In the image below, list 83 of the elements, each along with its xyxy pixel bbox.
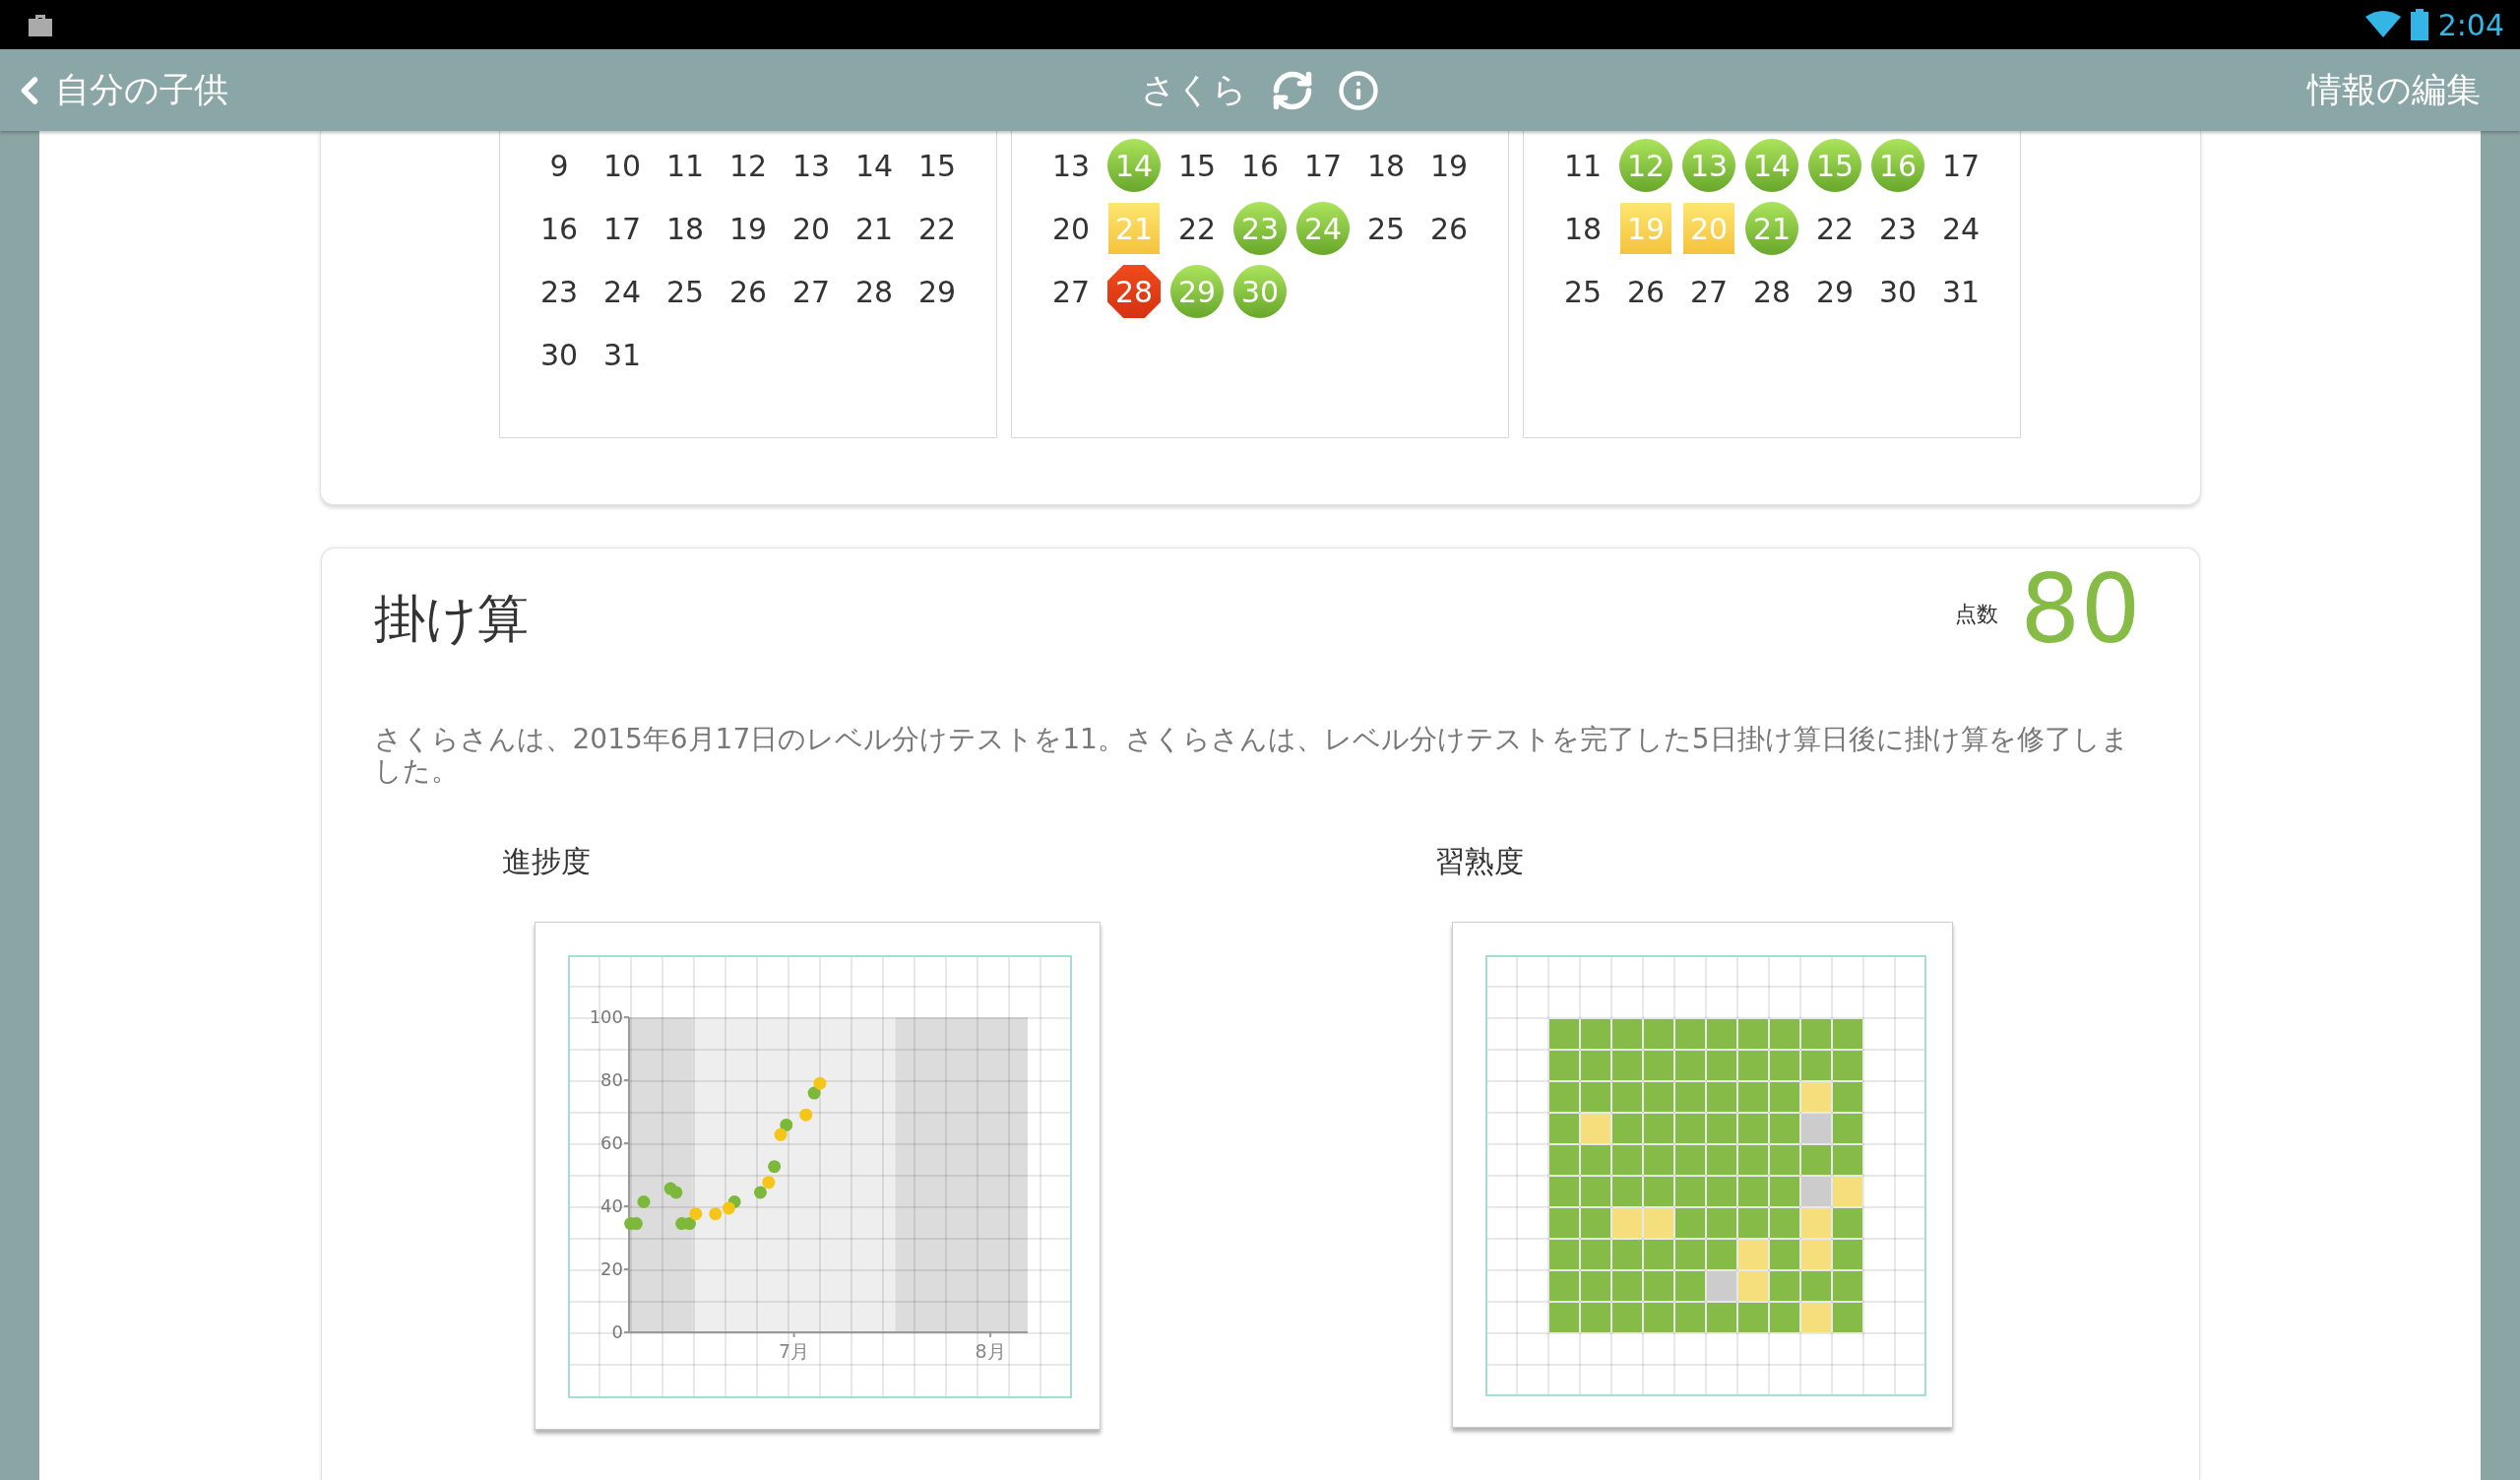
calendar-day: 31 [1941,274,1981,309]
calendar-day: 19 [728,211,768,246]
calendar-day: 12 [728,148,768,183]
calendar-day: 26 [1626,274,1666,309]
lesson-description: さくらさんは、2015年6月17日のレベル分けテストを11。さくらさんは、レベル分けテストを完了した5日掛け算日後に掛け算を修了しました。 [373,724,2130,787]
calendar-day: 31 [602,337,642,372]
completed-day[interactable]: 12 [1619,139,1672,192]
calendar-day: 17 [602,211,642,246]
tick-label: 20 [599,1258,623,1279]
tick-label: 100 [589,1006,623,1027]
calendar-day: 25 [665,274,705,309]
calendar-day: 21 [854,211,894,246]
calendar-day: 18 [1366,148,1406,183]
child-name: さくら [1141,69,1247,111]
partial-day[interactable]: 19 [1620,203,1671,254]
calendar-day: 29 [917,274,957,309]
calendar-day: 26 [728,274,768,309]
tick-label: 0 [611,1321,623,1342]
calendar-day: 11 [665,148,705,183]
tick-label: 80 [599,1069,623,1090]
calendar-day: 30 [539,337,579,372]
calendar-day: 29 [1815,274,1855,309]
completed-day[interactable]: 16 [1871,139,1924,192]
chart-title: 習熟度 [1434,843,1524,880]
calendar-day: 11 [1563,148,1603,183]
calendar-day: 17 [1303,148,1343,183]
calendar-day: 28 [1752,274,1792,309]
score-label: 点数 [1955,601,1999,628]
tick-label: 40 [599,1195,623,1216]
calendar-day: 13 [791,148,831,183]
calendar-day: 19 [1429,148,1469,183]
completed-day[interactable]: 24 [1296,202,1350,255]
completed-day[interactable]: 30 [1233,265,1287,318]
calendar-day: 30 [1878,274,1918,309]
calendar-day: 15 [917,148,957,183]
back-button[interactable]: 自分の子供 [0,67,228,113]
info-icon[interactable] [1338,69,1379,111]
calendar-day: 22 [1815,211,1855,246]
completed-day[interactable]: 14 [1745,139,1798,192]
calendar-day: 24 [602,274,642,309]
clock-time: 2:04 [2437,7,2504,42]
partial-day[interactable]: 20 [1683,203,1734,254]
tick-label: 8月 [975,1340,1006,1362]
calendar-day: 17 [1941,148,1981,183]
completed-day[interactable]: 13 [1682,139,1735,192]
battery-icon [2410,9,2428,40]
calendar-day: 27 [1051,274,1091,309]
partial-day[interactable]: 21 [1108,203,1160,254]
calendar-day: 18 [1563,211,1603,246]
tick-label: 60 [599,1132,623,1153]
calendar-day: 23 [1878,211,1918,246]
calendar-day: 27 [1689,274,1729,309]
calendar-day: 23 [539,274,579,309]
completed-day[interactable]: 21 [1745,202,1798,255]
calendar-day: 27 [791,274,831,309]
score-value: 80 [2020,560,2141,659]
calendar-day: 20 [791,211,831,246]
calendar-day: 22 [1177,211,1217,246]
wifi-icon [2364,11,2401,38]
calendar-day: 9 [549,148,569,183]
calendar-day: 16 [539,211,579,246]
completed-day[interactable]: 23 [1233,202,1287,255]
calendar-day: 25 [1366,211,1406,246]
missed-day[interactable]: 28 [1107,265,1161,318]
lesson-title: 掛け算 [373,588,529,650]
chart-title: 進捗度 [501,843,591,880]
edit-info-button[interactable]: 情報の編集 [2307,67,2520,113]
calendar-day: 26 [1429,211,1469,246]
calendar-day: 22 [917,211,957,246]
calendar-day: 25 [1563,274,1603,309]
calendar-day: 15 [1177,148,1217,183]
calendar-day: 14 [854,148,894,183]
tick-label: 7月 [778,1340,809,1362]
completed-day[interactable]: 15 [1808,139,1861,192]
calendar-day: 18 [665,211,705,246]
calendar-day: 16 [1240,148,1280,183]
calendar-day: 28 [854,274,894,309]
calendar-day: 13 [1051,148,1091,183]
calendar-day: 24 [1941,211,1981,246]
calendar-day: 10 [602,148,642,183]
completed-day[interactable]: 14 [1107,139,1161,192]
completed-day[interactable]: 29 [1170,265,1224,318]
calendar-day: 20 [1051,211,1091,246]
